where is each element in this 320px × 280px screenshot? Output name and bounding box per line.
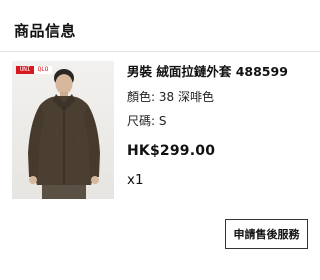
product-image[interactable]: UNI QLO <box>12 61 114 199</box>
size-value: S <box>158 114 167 128</box>
product-price: HK$299.00 <box>127 143 216 159</box>
size-separator: : <box>151 114 159 128</box>
product-details: 男裝 絨面拉鏈外套 488599 顏色: 38 深啡色 尺碼: S HK$299… <box>127 63 317 189</box>
size-row: 尺碼: S <box>127 113 317 129</box>
product-quantity: x1 <box>127 172 144 188</box>
color-label: 顏色 <box>127 90 152 104</box>
brand-logo: UNI <box>16 66 34 74</box>
brand-logo-secondary: QLO <box>34 66 52 74</box>
divider <box>0 51 320 52</box>
size-label: 尺碼 <box>127 114 152 128</box>
model-wearing-jacket-image <box>28 69 100 199</box>
product-name[interactable]: 男裝 絨面拉鏈外套 488599 <box>127 63 317 81</box>
product-info-page: 商品信息 UNI QLO 男裝 絨面拉鏈外套 488599 顏色: 38 深啡色… <box>0 0 320 280</box>
color-value: 38 深啡色 <box>158 90 214 104</box>
color-separator: : <box>151 90 159 104</box>
color-row: 顏色: 38 深啡色 <box>127 89 317 105</box>
after-sales-service-button[interactable]: 申請售後服務 <box>225 219 308 249</box>
section-title: 商品信息 <box>14 22 77 40</box>
